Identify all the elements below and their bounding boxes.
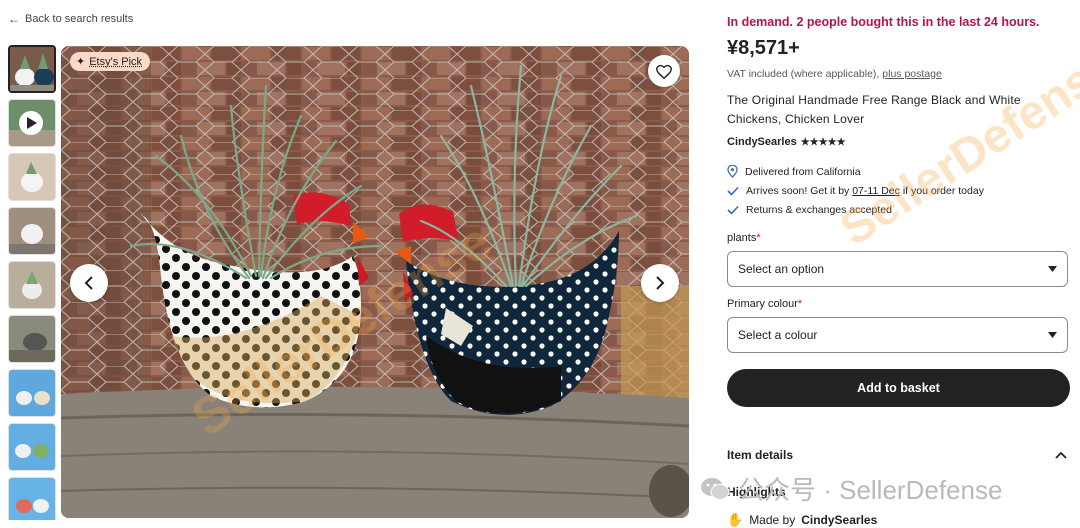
feature-text: Delivered from California [745, 166, 861, 178]
made-by-prefix: Made by [749, 513, 795, 527]
thumbnail-1[interactable] [8, 45, 56, 93]
colour-label-text: Primary colour [727, 298, 798, 310]
favorite-button[interactable] [648, 55, 680, 87]
location-pin-icon [727, 165, 738, 178]
made-by-row: ✋ Made by CindySearles [727, 512, 877, 528]
back-link-label: Back to search results [25, 13, 133, 25]
vat-text: VAT included (where applicable), [727, 68, 879, 80]
add-to-basket-button[interactable]: Add to basket [727, 369, 1070, 407]
caret-down-icon [1048, 332, 1057, 338]
previous-image-button[interactable] [70, 264, 108, 302]
thumbnail-7[interactable] [8, 369, 56, 417]
feature-arrival: Arrives soon! Get it by 07-11 Dec if you… [727, 185, 984, 197]
arrow-left-icon: ← [8, 12, 20, 26]
caret-down-icon [1048, 266, 1057, 272]
back-to-search-link[interactable]: ← Back to search results [8, 12, 133, 26]
colour-select-value: Select a colour [738, 328, 817, 342]
chicken-planters-photo [61, 46, 689, 518]
arrival-date[interactable]: 07-11 Dec [852, 185, 900, 197]
thumbnail-3[interactable] [8, 153, 56, 201]
next-image-button[interactable] [641, 264, 679, 302]
colour-select[interactable]: Select a colour [727, 317, 1068, 353]
thumbnail-video[interactable] [8, 99, 56, 147]
thumbnail-list [8, 45, 58, 520]
seller-name[interactable]: CindySearles [727, 136, 797, 148]
seller-row: CindySearles ★★★★★ [727, 136, 846, 148]
checkmark-icon [727, 186, 739, 196]
arrival-before: Arrives soon! Get it by [746, 185, 849, 197]
thumbnail-9[interactable] [8, 477, 56, 520]
feature-text: Returns & exchanges accepted [746, 204, 892, 216]
etsys-pick-badge[interactable]: ✦ Etsy's Pick [70, 52, 150, 71]
vat-note: VAT included (where applicable), plus po… [727, 68, 942, 80]
thumbnail-6[interactable] [8, 315, 56, 363]
wechat-icon [700, 476, 730, 502]
hand-wave-icon: ✋ [727, 512, 743, 528]
colour-label: Primary colour* [727, 298, 802, 310]
arrival-after: if you order today [903, 185, 984, 197]
highlights-heading: Highlights [727, 485, 786, 499]
play-icon [19, 111, 43, 135]
item-details-label: Item details [727, 448, 793, 462]
item-details-toggle[interactable]: Item details [727, 448, 1067, 462]
main-product-image[interactable]: ✦ Etsy's Pick [61, 46, 689, 518]
plants-select-value: Select an option [738, 262, 824, 276]
plants-label: plants* [727, 232, 761, 244]
thumbnail-4[interactable] [8, 207, 56, 255]
chevron-up-icon [1055, 451, 1067, 459]
checkmark-icon [727, 205, 739, 215]
chevron-left-icon [84, 275, 94, 291]
rating-stars: ★★★★★ [801, 137, 846, 148]
sparkle-icon: ✦ [76, 55, 85, 68]
product-title: The Original Handmade Free Range Black a… [727, 91, 1062, 129]
badge-label: Etsy's Pick [89, 56, 142, 68]
chevron-right-icon [655, 275, 665, 291]
price: ¥8,571+ [727, 37, 800, 60]
plants-select[interactable]: Select an option [727, 251, 1068, 287]
plants-label-text: plants [727, 232, 756, 244]
thumbnail-5[interactable] [8, 261, 56, 309]
feature-delivered: Delivered from California [727, 165, 861, 178]
required-mark: * [756, 232, 760, 244]
required-mark: * [798, 298, 802, 310]
thumbnail-8[interactable] [8, 423, 56, 471]
demand-notice: In demand. 2 people bought this in the l… [727, 15, 1040, 29]
feature-returns: Returns & exchanges accepted [727, 204, 892, 216]
heart-icon [655, 63, 673, 79]
made-by-name[interactable]: CindySearles [801, 513, 877, 527]
arrival-text: Arrives soon! Get it by 07-11 Dec if you… [746, 185, 984, 197]
postage-link[interactable]: plus postage [882, 68, 942, 80]
